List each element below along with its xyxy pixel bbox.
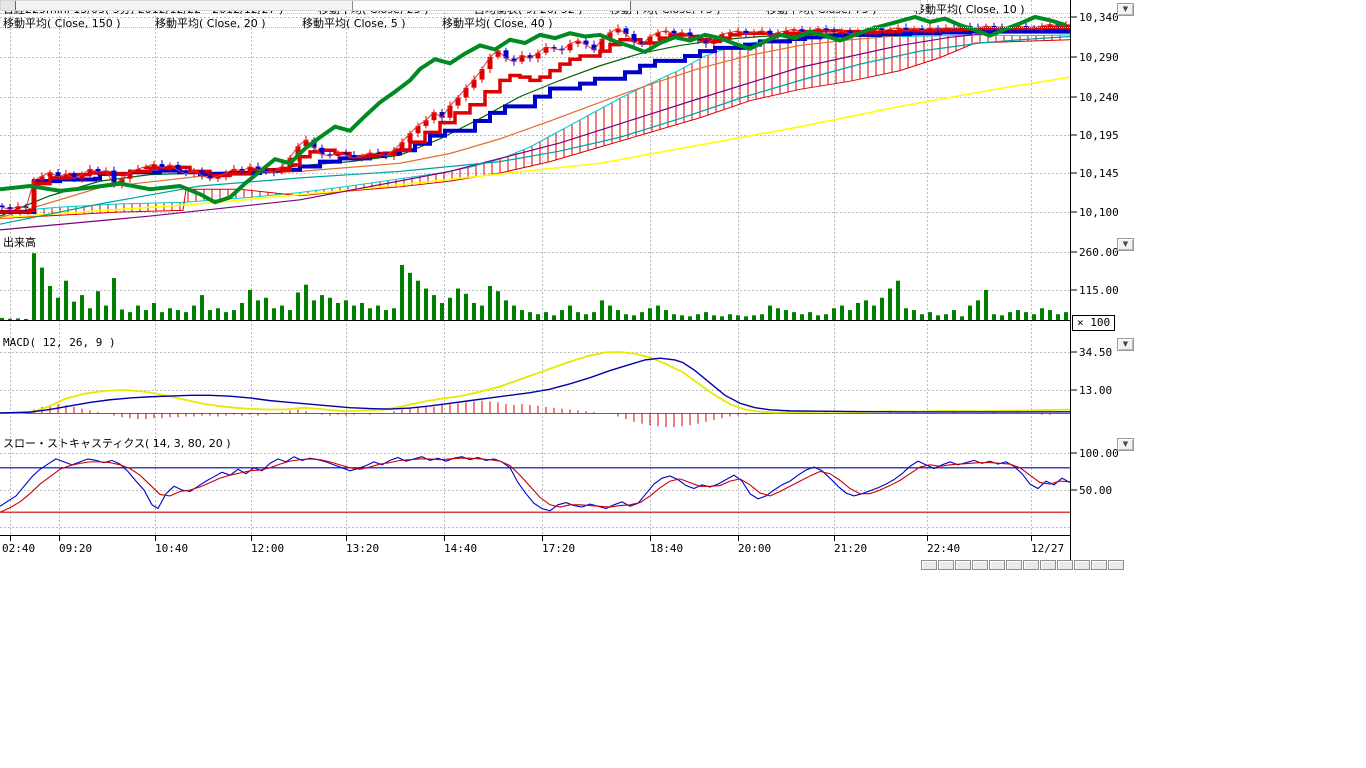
time-axis-label: 10:40 (155, 542, 188, 555)
time-axis-label: 21:20 (834, 542, 867, 555)
volume-multiplier-box: × 100 (1072, 315, 1115, 331)
time-axis-label: 02:40 (2, 542, 35, 555)
ma75-line-b (0, 25, 1070, 230)
volume-panel-title: 出来高 (3, 234, 36, 250)
main-axis-label: 10,290 (1079, 51, 1119, 64)
toolbar-button-1[interactable] (921, 560, 937, 570)
time-axis-label: 20:00 (738, 542, 771, 555)
cloud-senkou-a-line (0, 35, 1070, 212)
bottom-toolbar (921, 560, 1125, 571)
toolbar-button-12[interactable] (1108, 560, 1124, 570)
main-axis-label: 10,340 (1079, 11, 1119, 24)
cloud-senkou-b-line (0, 40, 1070, 219)
macd-panel-dropdown-button[interactable]: ▼ (1117, 338, 1134, 351)
toolbar-button-11[interactable] (1091, 560, 1107, 570)
ma75-line-a (0, 37, 1070, 225)
ichimoku-cloud (4, 35, 1060, 218)
volume-axis-label: 260.00 (1079, 246, 1119, 259)
main-axis-label: 10,195 (1079, 129, 1119, 142)
ma5-line (2, 24, 1066, 209)
chart-application-window: { "header": { "row1": [ {"label": "日経225… (0, 0, 1366, 768)
stochastics-panel-title: スロー・ストキャスティクス( 14, 3, 80, 20 ) (3, 435, 231, 451)
macd-axis-label: 13.00 (1079, 384, 1112, 397)
scrollbar-thumb[interactable] (352, 1, 631, 10)
toolbar-button-8[interactable] (1040, 560, 1056, 570)
legend-indicator-label: 移動平均( Close, 5 ) (302, 15, 406, 31)
toolbar-button-7[interactable] (1023, 560, 1039, 570)
macd-signal-line-blue (0, 358, 1070, 413)
kijun-thick-blue-line (0, 32, 1070, 212)
time-axis-label: 13:20 (346, 542, 379, 555)
main-axis-label: 10,100 (1079, 206, 1119, 219)
legend-indicator-label: 移動平均( Close, 20 ) (155, 15, 266, 31)
toolbar-button-3[interactable] (955, 560, 971, 570)
volume-bars (0, 253, 1068, 320)
horizontal-scrollbar[interactable] (0, 0, 921, 11)
toolbar-button-4[interactable] (972, 560, 988, 570)
time-axis-label: 14:40 (444, 542, 477, 555)
main-panel-dropdown-button[interactable]: ▼ (1117, 3, 1134, 16)
legend-indicator-label: 移動平均( Close, 40 ) (442, 15, 553, 31)
stochastics-panel-dropdown-button[interactable]: ▼ (1117, 438, 1134, 451)
toolbar-button-10[interactable] (1074, 560, 1090, 570)
chart-canvas (0, 0, 1135, 572)
toolbar-button-5[interactable] (989, 560, 1005, 570)
volume-panel-dropdown-button[interactable]: ▼ (1117, 238, 1134, 251)
macd-axis-label: 34.50 (1079, 346, 1112, 359)
time-axis-label: 12:00 (251, 542, 284, 555)
time-axis-label: 12/27 (1031, 542, 1064, 555)
time-axis-label: 22:40 (927, 542, 960, 555)
macd-panel-title: MACD( 12, 26, 9 ) (3, 336, 116, 349)
stoch-axis-label: 100.00 (1079, 447, 1119, 460)
stoch-axis-label: 50.00 (1079, 484, 1112, 497)
stoch-percent-k-line (0, 457, 1070, 511)
main-axis-label: 10,240 (1079, 91, 1119, 104)
scrollbar-left-button[interactable] (1, 1, 16, 10)
legend-indicator-label: 移動平均( Close, 10 ) (914, 1, 1025, 17)
volume-axis-label: 115.00 (1079, 284, 1119, 297)
time-axis-label: 17:20 (542, 542, 575, 555)
toolbar-button-6[interactable] (1006, 560, 1022, 570)
macd-line-yellow (0, 352, 1070, 413)
time-axis-label: 09:20 (59, 542, 92, 555)
main-axis-label: 10,145 (1079, 167, 1119, 180)
toolbar-button-2[interactable] (938, 560, 954, 570)
toolbar-button-9[interactable] (1057, 560, 1073, 570)
legend-indicator-label: 移動平均( Close, 150 ) (3, 15, 121, 31)
time-axis-label: 18:40 (650, 542, 683, 555)
